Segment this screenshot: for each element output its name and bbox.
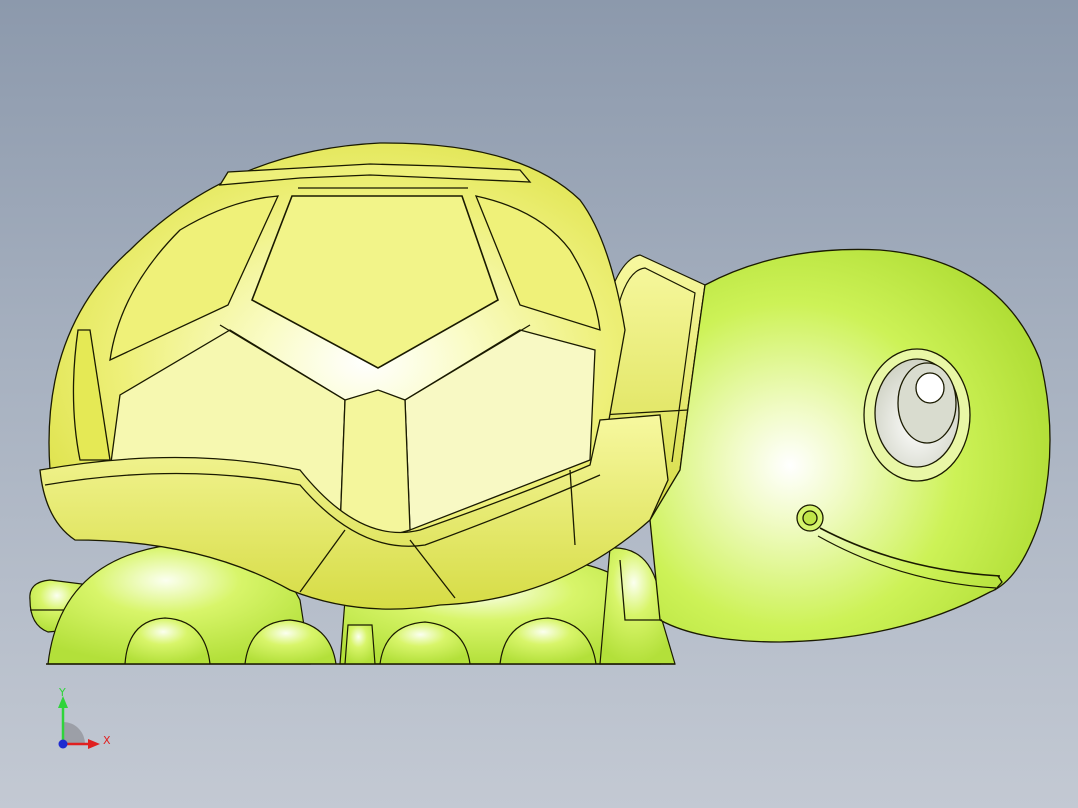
x-axis-arrowhead <box>88 739 100 749</box>
triad-plane-shading <box>63 722 85 744</box>
y-axis-label: Y <box>59 686 66 699</box>
x-axis-label: X <box>103 734 111 747</box>
turtle-eye <box>863 348 971 482</box>
cad-viewport[interactable]: Y X <box>0 0 1078 808</box>
z-axis-origin <box>58 739 68 749</box>
turtle-3d-model[interactable] <box>0 0 1078 808</box>
axis-triad: Y X <box>50 684 120 754</box>
